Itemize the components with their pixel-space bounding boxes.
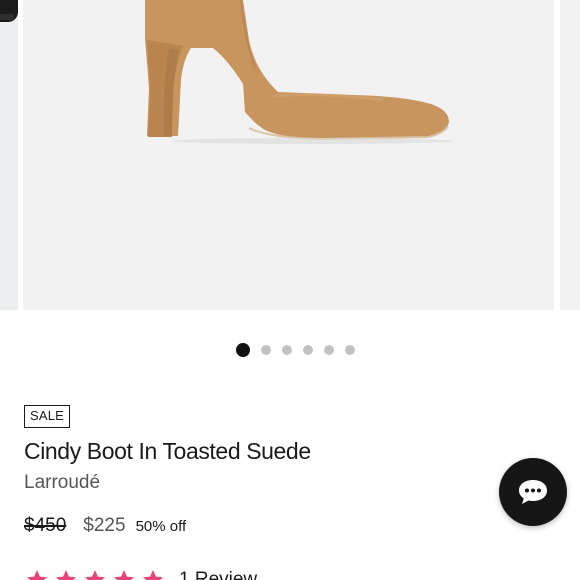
brand-name[interactable]: Larroudé <box>24 472 100 494</box>
star-icon <box>111 568 137 580</box>
review-count-link[interactable]: 1 Review <box>179 569 257 580</box>
carousel-dot-1[interactable] <box>235 343 250 357</box>
sale-price: $225 <box>83 515 126 536</box>
carousel-dot-3[interactable] <box>281 345 292 355</box>
product-title: Cindy Boot In Toasted Suede <box>24 438 311 464</box>
current-slide[interactable] <box>23 0 554 310</box>
product-image-carousel[interactable] <box>0 0 580 312</box>
star-icon <box>24 568 50 580</box>
original-price: $450 <box>24 515 67 536</box>
discount-label: 50% off <box>135 518 187 535</box>
chat-button[interactable] <box>499 458 567 526</box>
carousel-dot-2[interactable] <box>260 345 271 355</box>
carousel-dot-4[interactable] <box>302 345 313 355</box>
star-icon <box>140 568 166 580</box>
carousel-dot-6[interactable] <box>344 345 355 355</box>
product-image <box>145 0 453 144</box>
rating-row[interactable]: 1 Review <box>24 568 257 580</box>
chat-bubble-icon <box>519 480 547 504</box>
next-slide-preview[interactable] <box>560 0 580 310</box>
price-row: $450 $225 50% off <box>24 515 186 537</box>
previous-product-image-detail <box>0 14 14 20</box>
carousel-pagination <box>0 342 580 358</box>
star-icon <box>53 568 79 580</box>
star-icon <box>82 568 108 580</box>
previous-slide-preview[interactable] <box>0 0 18 310</box>
carousel-dot-5[interactable] <box>323 345 334 355</box>
sale-badge: SALE <box>24 405 71 428</box>
